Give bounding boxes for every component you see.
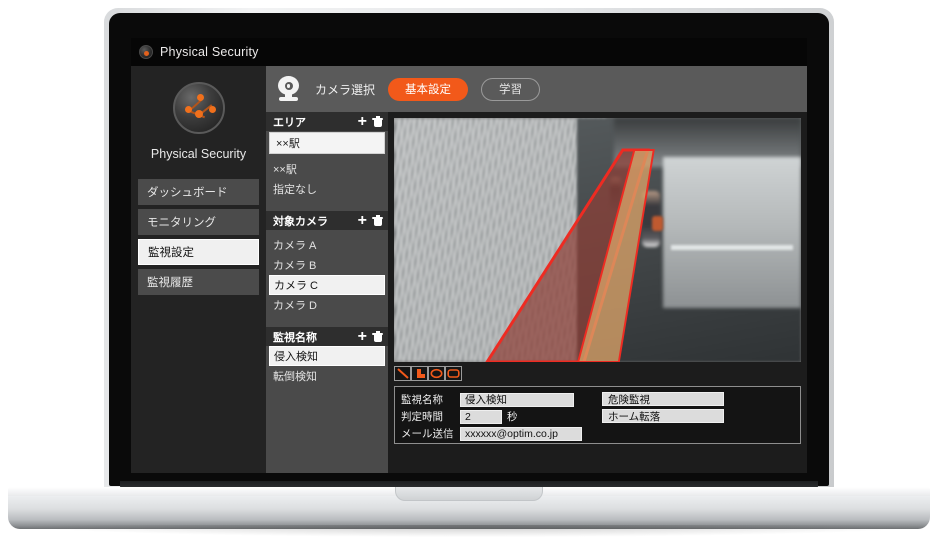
form-label: 監視名称	[401, 394, 443, 406]
chip-danger-monitor[interactable]: 危険監視	[602, 392, 724, 406]
monitor-name-input[interactable]: 侵入検知	[460, 392, 574, 407]
form-row-monitor-name: 監視名称 侵入検知	[401, 392, 582, 407]
form-label: メール送信	[401, 428, 454, 440]
sidebar-item-monitoring[interactable]: モニタリング	[138, 209, 259, 235]
form-right-column: 危険監視 ホーム転落	[602, 392, 724, 423]
webcam-icon	[276, 76, 302, 102]
selection-lists: エリア + ××駅 ××駅 指定なし 対象カメラ + カメラ A カメラ B カ…	[266, 112, 388, 473]
list-item[interactable]: ××駅	[266, 159, 388, 179]
brand-logo-icon	[172, 82, 225, 134]
toolbar: カメラ選択 基本設定 学習	[266, 66, 807, 112]
area-selected-input[interactable]: ××駅	[269, 132, 385, 154]
form-label: 判定時間	[401, 411, 443, 423]
main-content: カメラ選択 基本設定 学習 エリア + ××駅 ××駅 指定なし 対象カメラ +…	[266, 66, 807, 473]
polygon-tool-icon[interactable]	[411, 366, 428, 381]
app-root: Physical Security ダッシュボード モニタリング 監視設定 監視…	[131, 66, 807, 473]
toolbar-label: カメラ選択	[315, 82, 376, 97]
drawing-tools	[394, 366, 801, 381]
laptop-base	[8, 487, 930, 537]
logo-node	[184, 106, 192, 113]
window-titlebar: Physical Security	[131, 38, 807, 66]
monitor-name-add-icon[interactable]: +	[358, 328, 367, 345]
monitor-name-section-title: 監視名称	[273, 331, 317, 344]
area-delete-icon[interactable]	[372, 115, 383, 128]
chip-platform-fall[interactable]: ホーム転落	[602, 409, 724, 423]
camera-section-header: 対象カメラ +	[266, 211, 388, 230]
screen: Physical Security Physical Security ダッシュ…	[131, 38, 807, 473]
sidebar-item-dashboard[interactable]: ダッシュボード	[138, 179, 259, 205]
area-section-title: エリア	[273, 116, 306, 129]
line-tool-icon[interactable]	[394, 366, 411, 381]
logo-node	[194, 110, 203, 118]
settings-form: 監視名称 侵入検知 判定時間 2 秒 メール送信 xxxxxx@optim.co…	[394, 386, 801, 444]
stage: 監視名称 侵入検知 判定時間 2 秒 メール送信 xxxxxx@optim.co…	[388, 112, 807, 473]
body-row: エリア + ××駅 ××駅 指定なし 対象カメラ + カメラ A カメラ B カ…	[266, 112, 807, 473]
sidebar-item-monitor-settings[interactable]: 監視設定	[138, 239, 259, 265]
list-item[interactable]: 転倒検知	[266, 366, 388, 386]
camera-section-title: 対象カメラ	[273, 215, 328, 228]
mail-address-input[interactable]: xxxxxx@optim.co.jp	[460, 426, 582, 441]
area-section-header: エリア +	[266, 112, 388, 131]
form-left-column: 監視名称 侵入検知 判定時間 2 秒 メール送信 xxxxxx@optim.co…	[401, 392, 582, 441]
judge-time-unit: 秒	[507, 411, 518, 423]
list-item[interactable]: カメラ B	[266, 255, 388, 275]
camera-add-icon[interactable]: +	[358, 212, 367, 229]
list-item[interactable]: カメラ C	[269, 275, 385, 295]
form-row-mail: メール送信 xxxxxx@optim.co.jp	[401, 426, 582, 441]
list-item[interactable]: カメラ D	[266, 295, 388, 315]
tab-learning[interactable]: 学習	[481, 77, 541, 101]
rectangle-tool-icon[interactable]	[445, 366, 462, 381]
list-item[interactable]: カメラ A	[266, 235, 388, 255]
monitor-name-section-header: 監視名称 +	[266, 327, 388, 346]
camera-delete-icon[interactable]	[372, 214, 383, 227]
monitor-name-delete-icon[interactable]	[372, 330, 383, 343]
tab-basic-settings[interactable]: 基本設定	[388, 77, 469, 101]
sidebar: Physical Security ダッシュボード モニタリング 監視設定 監視…	[131, 66, 266, 473]
laptop-base-notch	[395, 487, 543, 501]
sidebar-item-monitor-history[interactable]: 監視履歴	[138, 269, 259, 295]
area-add-icon[interactable]: +	[358, 113, 367, 130]
logo-node	[208, 106, 216, 113]
list-item[interactable]: 侵入検知	[269, 346, 385, 366]
list-item[interactable]: 指定なし	[266, 179, 388, 199]
laptop-mockup: Physical Security Physical Security ダッシュ…	[0, 0, 938, 547]
ellipse-tool-icon[interactable]	[428, 366, 445, 381]
window-title: Physical Security	[160, 45, 259, 59]
judge-time-input[interactable]: 2	[460, 409, 502, 424]
laptop-bezel: Physical Security Physical Security ダッシュ…	[109, 13, 829, 486]
brand-name: Physical Security	[150, 147, 247, 161]
laptop-lid: Physical Security Physical Security ダッシュ…	[104, 8, 834, 491]
detection-zone-overlay[interactable]	[394, 118, 801, 362]
logo-node	[196, 94, 204, 101]
form-row-judge-time: 判定時間 2 秒	[401, 409, 582, 424]
app-logo-icon	[139, 45, 153, 59]
video-preview[interactable]	[394, 118, 801, 362]
